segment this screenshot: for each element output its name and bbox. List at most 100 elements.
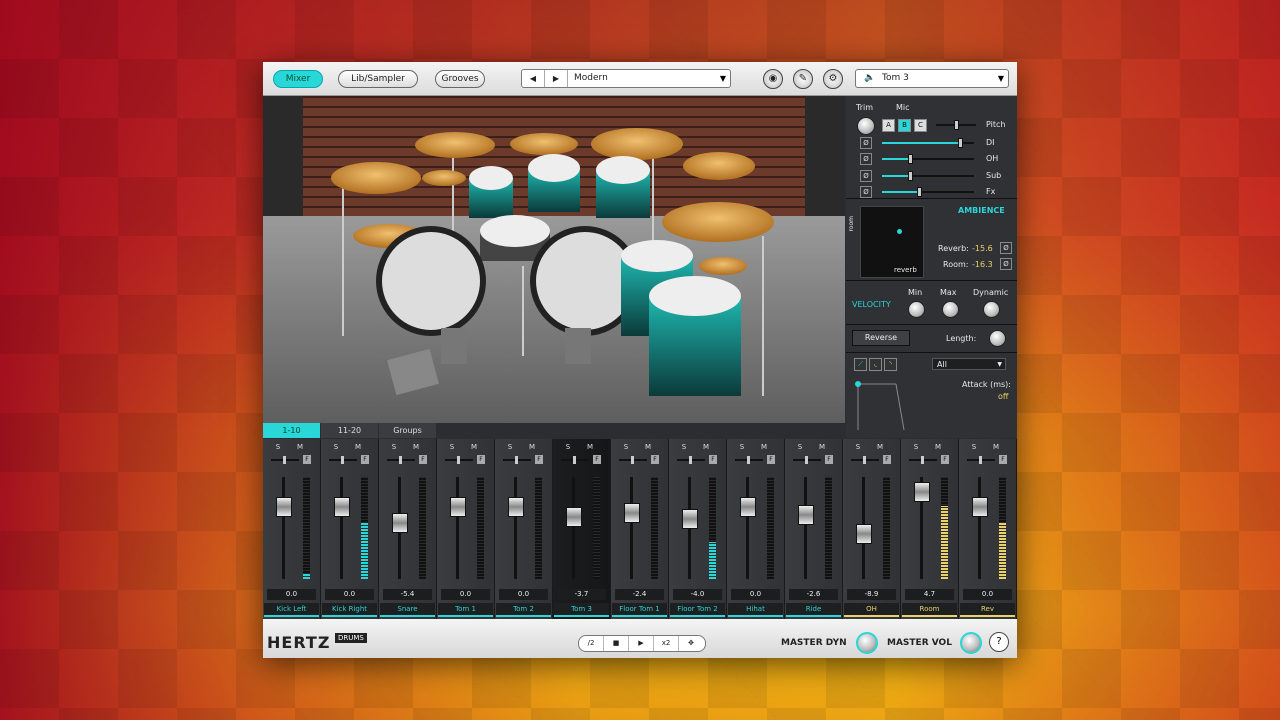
send-di-thumb[interactable]: [958, 138, 963, 148]
send-sub-thumb[interactable]: [908, 171, 913, 181]
mute-button[interactable]: M: [989, 443, 1003, 452]
fader-track[interactable]: [746, 477, 749, 579]
reverb-phase-button[interactable]: Ø: [1000, 242, 1012, 254]
fader-track[interactable]: [630, 477, 633, 579]
pan-thumb[interactable]: [747, 456, 750, 464]
tab-11-20[interactable]: 11-20: [321, 423, 378, 438]
fader-track[interactable]: [514, 477, 517, 579]
channel-strip-tom-3[interactable]: S M F -3.7 Tom 3: [553, 439, 611, 619]
solo-button[interactable]: S: [677, 443, 691, 452]
kick-pedal[interactable]: [441, 328, 467, 364]
chevron-down-icon[interactable]: ▼: [720, 70, 726, 87]
filter-button[interactable]: F: [883, 455, 891, 464]
send-oh-phase-button[interactable]: Ø: [860, 153, 872, 165]
splash-cymbal[interactable]: [699, 257, 747, 275]
channel-strip-oh[interactable]: S M F -8.9 OH: [843, 439, 901, 619]
channel-name[interactable]: Tom 3: [554, 603, 609, 617]
send-oh-thumb[interactable]: [908, 154, 913, 164]
play-button[interactable]: ▶: [629, 636, 654, 651]
floor-tom-2[interactable]: [649, 276, 741, 316]
pan-thumb[interactable]: [399, 456, 402, 464]
envelope-target-select[interactable]: All ▼: [932, 358, 1006, 370]
channel-name[interactable]: Floor Tom 2: [670, 603, 725, 617]
solo-button[interactable]: S: [793, 443, 807, 452]
fader-handle[interactable]: [276, 497, 292, 517]
filter-button[interactable]: F: [361, 455, 369, 464]
send-sub-phase-button[interactable]: Ø: [860, 170, 872, 182]
speaker-icon[interactable]: 🔈: [864, 70, 875, 87]
channel-strip-room[interactable]: S M F 4.7 Room: [901, 439, 959, 619]
pan-thumb[interactable]: [631, 456, 634, 464]
pan-thumb[interactable]: [515, 456, 518, 464]
channel-name[interactable]: Room: [902, 603, 957, 617]
channel-name[interactable]: OH: [844, 603, 899, 617]
prev-preset-button[interactable]: ◀: [522, 70, 545, 87]
filter-button[interactable]: F: [941, 455, 949, 464]
solo-button[interactable]: S: [387, 443, 401, 452]
mute-button[interactable]: M: [351, 443, 365, 452]
solo-button[interactable]: S: [735, 443, 749, 452]
instrument-selector[interactable]: 🔈 Tom 3 ▼: [855, 69, 1009, 88]
fader-track[interactable]: [804, 477, 807, 579]
mute-button[interactable]: M: [699, 443, 713, 452]
fader-handle[interactable]: [972, 497, 988, 517]
tab-1-10[interactable]: 1-10: [263, 423, 320, 438]
fader-handle[interactable]: [914, 482, 930, 502]
channel-strip-tom-2[interactable]: S M F 0.0 Tom 2: [495, 439, 553, 619]
mic-a-button[interactable]: A: [882, 119, 895, 132]
next-preset-button[interactable]: ▶: [545, 70, 568, 87]
splash-cymbal[interactable]: [422, 170, 466, 186]
channel-name[interactable]: Hihat: [728, 603, 783, 617]
channel-name[interactable]: Snare: [380, 603, 435, 617]
channel-strip-tom-1[interactable]: S M F 0.0 Tom 1: [437, 439, 495, 619]
filter-button[interactable]: F: [477, 455, 485, 464]
record-icon[interactable]: ◉: [763, 69, 783, 89]
fader-handle[interactable]: [682, 509, 698, 529]
channel-strip-floor-tom-2[interactable]: S M F -4.0 Floor Tom 2: [669, 439, 727, 619]
drum-sticks-icon[interactable]: ✎: [793, 69, 813, 89]
double-tempo-button[interactable]: x2: [654, 636, 679, 651]
fader-handle[interactable]: [566, 507, 582, 527]
solo-button[interactable]: S: [909, 443, 923, 452]
tab-lib-sampler[interactable]: Lib/Sampler: [338, 70, 418, 88]
channel-name[interactable]: Kick Left: [264, 603, 319, 617]
send-di-phase-button[interactable]: Ø: [860, 137, 872, 149]
chevron-down-icon[interactable]: ▼: [997, 359, 1002, 371]
pan-thumb[interactable]: [805, 456, 808, 464]
envelope-curve-icon[interactable]: ◟: [869, 358, 882, 371]
solo-button[interactable]: S: [503, 443, 517, 452]
mute-button[interactable]: M: [815, 443, 829, 452]
filter-button[interactable]: F: [535, 455, 543, 464]
pan-thumb[interactable]: [573, 456, 576, 464]
fader-track[interactable]: [340, 477, 343, 579]
pan-thumb[interactable]: [863, 456, 866, 464]
ride-cymbal[interactable]: [662, 202, 774, 242]
master-dyn-knob[interactable]: [856, 632, 878, 654]
mute-button[interactable]: M: [873, 443, 887, 452]
channel-name[interactable]: Rev: [960, 603, 1015, 617]
filter-button[interactable]: F: [651, 455, 659, 464]
length-knob[interactable]: [989, 330, 1006, 347]
hihat-pedal[interactable]: [387, 348, 439, 396]
fader-track[interactable]: [978, 477, 981, 579]
tab-grooves[interactable]: Grooves: [435, 70, 485, 88]
channel-name[interactable]: Kick Right: [322, 603, 377, 617]
dynamic-knob[interactable]: [983, 301, 1000, 318]
solo-button[interactable]: S: [967, 443, 981, 452]
mute-button[interactable]: M: [757, 443, 771, 452]
filter-button[interactable]: F: [999, 455, 1007, 464]
pan-thumb[interactable]: [457, 456, 460, 464]
crash-cymbal[interactable]: [591, 128, 683, 160]
snare-drum[interactable]: [480, 215, 550, 247]
solo-button[interactable]: S: [561, 443, 575, 452]
floor-tom-1[interactable]: [621, 240, 693, 272]
reverse-button[interactable]: Reverse: [852, 330, 910, 346]
crash-cymbal[interactable]: [331, 162, 421, 194]
fader-handle[interactable]: [450, 497, 466, 517]
preset-selector[interactable]: ◀ ▶ Modern ▼: [521, 69, 731, 88]
tom-2[interactable]: [528, 154, 580, 182]
pan-thumb[interactable]: [283, 456, 286, 464]
filter-button[interactable]: F: [303, 455, 311, 464]
channel-strip-rev[interactable]: S M F 0.0 Rev: [959, 439, 1017, 619]
master-vol-knob[interactable]: [960, 632, 982, 654]
